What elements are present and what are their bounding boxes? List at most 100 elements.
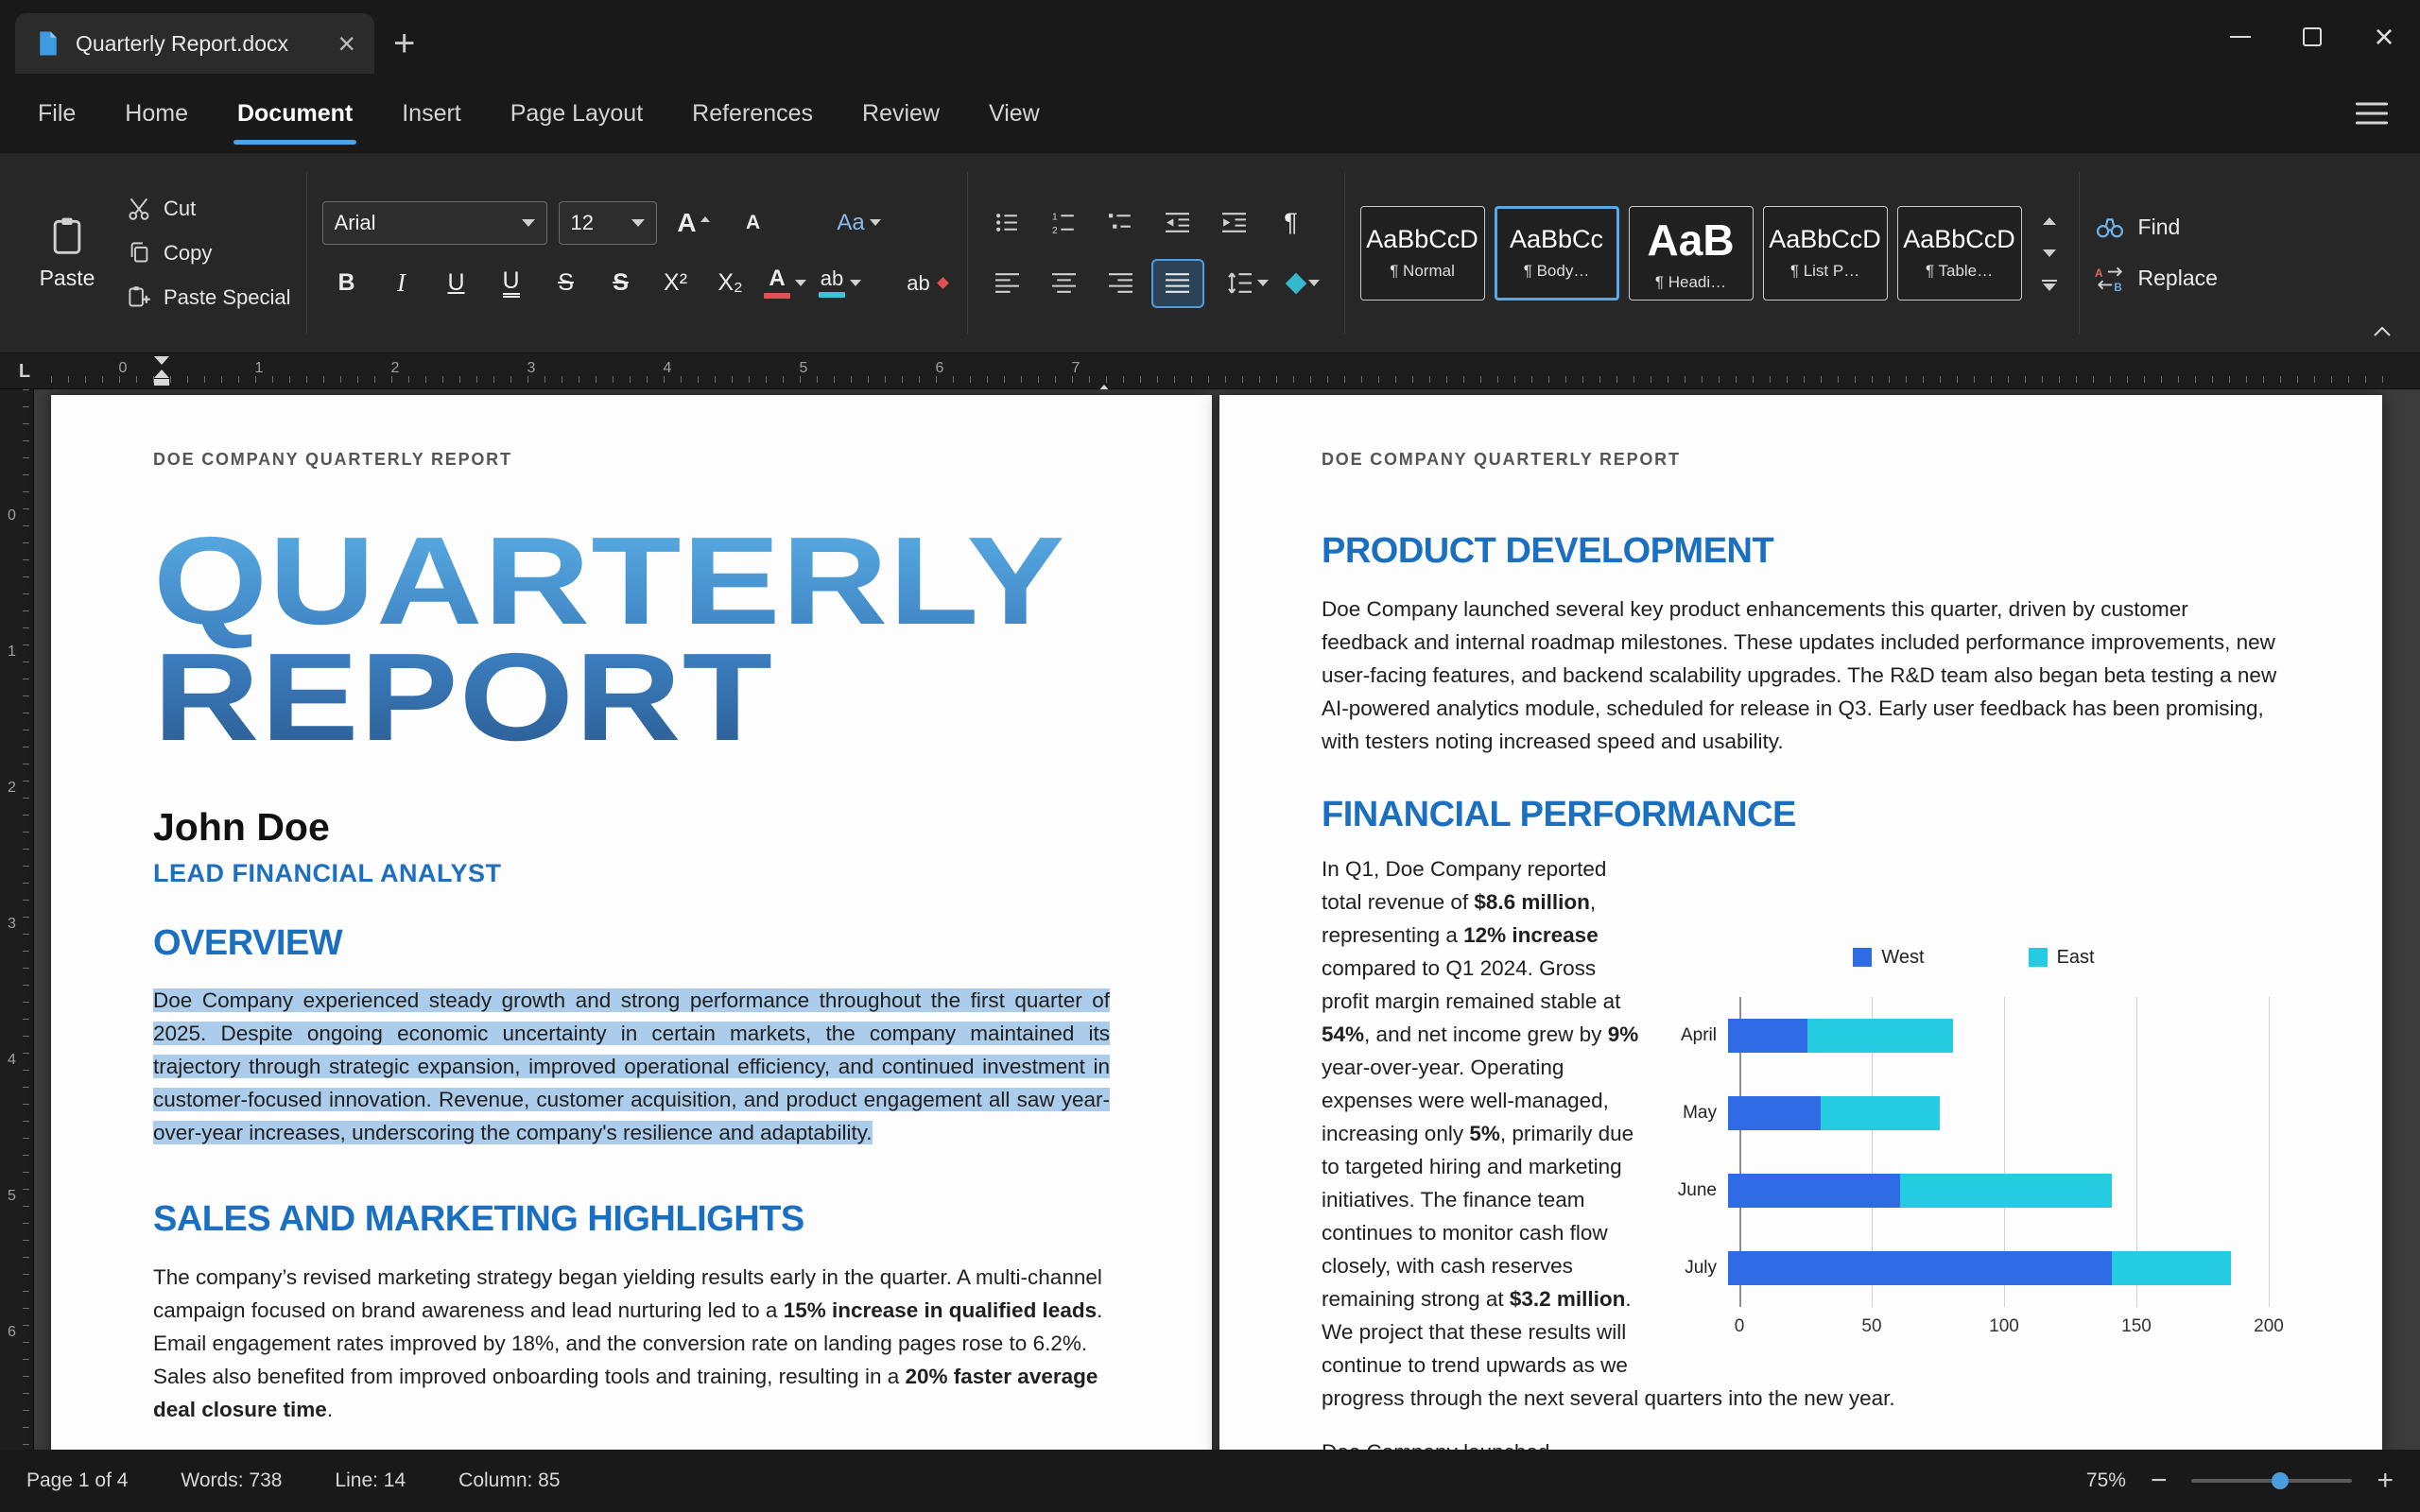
vertical-ruler[interactable]: 0123456 (0, 389, 34, 1450)
author-name[interactable]: John Doe (153, 805, 1110, 850)
hamburger-menu-icon[interactable] (2356, 103, 2388, 125)
zoom-slider-thumb[interactable] (2272, 1472, 2289, 1489)
page-1[interactable]: DOE COMPANY QUARTERLY REPORT QUARTERLY R… (51, 395, 1212, 1450)
align-left-button[interactable] (983, 261, 1032, 306)
new-tab-button[interactable]: + (393, 25, 415, 62)
bullet-list-icon (994, 210, 1020, 235)
overview-paragraph[interactable]: Doe Company experienced steady growth an… (153, 984, 1110, 1149)
author-role[interactable]: LEAD FINANCIAL ANALYST (153, 859, 1110, 888)
page-2[interactable]: DOE COMPANY QUARTERLY REPORT PRODUCT DEV… (1219, 395, 2382, 1450)
find-button[interactable]: Find (2095, 215, 2218, 241)
horizontal-ruler[interactable]: L 01234567 (0, 353, 2420, 389)
menu-view[interactable]: View (964, 74, 1064, 153)
superscript-button[interactable]: X² (651, 261, 700, 306)
collapse-ribbon-button[interactable] (2371, 323, 2394, 343)
tab-close-icon[interactable]: × (337, 28, 355, 59)
app-window: Quarterly Report.docx × + × FileHomeDocu… (0, 0, 2420, 1512)
grow-font-button[interactable]: A (668, 200, 717, 246)
bullet-list-button[interactable] (983, 200, 1032, 246)
statusbar: Page 1 of 4 Words: 738 Line: 14 Column: … (0, 1450, 2420, 1512)
svg-text:1: 1 (1052, 212, 1058, 222)
x-tick-label: 150 (2121, 1316, 2152, 1337)
sales-heading[interactable]: SALES AND MARKETING HIGHLIGHTS (153, 1200, 1110, 1240)
document-canvas[interactable]: 0123456 DOE COMPANY QUARTERLY REPORT QUA… (0, 389, 2420, 1450)
style-card-normal[interactable]: AaBbCcD¶ Normal (1360, 206, 1485, 301)
svg-text:A: A (2095, 266, 2103, 279)
bar-east-may (1821, 1096, 1940, 1130)
style-card-headi[interactable]: AaB¶ Headi… (1629, 206, 1754, 301)
zoom-level[interactable]: 75% (2086, 1469, 2126, 1492)
menu-page-layout[interactable]: Page Layout (486, 74, 667, 153)
font-size-select[interactable]: 12 (559, 201, 657, 245)
product-paragraph[interactable]: Doe Company launched several key product… (1322, 593, 2280, 758)
show-formatting-button[interactable]: ¶ (1267, 200, 1316, 246)
highlight-button[interactable]: ab (816, 261, 865, 306)
paste-button[interactable]: Paste (21, 203, 113, 302)
document-title[interactable]: QUARTERLY REPORT (153, 524, 1065, 756)
chart-category-label: July (1668, 1258, 1728, 1279)
strikethrough-button[interactable]: S (542, 261, 591, 306)
menu-document[interactable]: Document (213, 74, 377, 153)
chart-plot: AprilMayJuneJuly (1668, 997, 2280, 1307)
style-card-listp[interactable]: AaBbCcD¶ List P… (1763, 206, 1888, 301)
maximize-button[interactable] (2276, 0, 2348, 74)
menu-insert[interactable]: Insert (377, 74, 486, 153)
indent-marker-right[interactable] (1097, 369, 1112, 386)
product-heading[interactable]: PRODUCT DEVELOPMENT (1322, 532, 2280, 572)
menu-references[interactable]: References (667, 74, 838, 153)
double-underline-button[interactable]: U (487, 261, 536, 306)
shrink-font-button[interactable]: A (729, 200, 778, 246)
menu-review[interactable]: Review (838, 74, 964, 153)
zoom-out-button[interactable]: − (2151, 1467, 2168, 1495)
paste-special-icon (127, 284, 152, 310)
gallery-scroll-up-button[interactable] (2035, 210, 2064, 232)
overview-heading[interactable]: OVERVIEW (153, 924, 1110, 964)
paste-special-button[interactable]: Paste Special (127, 284, 291, 310)
font-color-button[interactable]: A (761, 261, 810, 306)
menu-home[interactable]: Home (100, 74, 213, 153)
align-center-button[interactable] (1040, 261, 1089, 306)
minimize-button[interactable] (2204, 0, 2276, 74)
tab-stop-selector[interactable]: L (11, 358, 38, 385)
line-spacing-button[interactable] (1223, 261, 1272, 306)
binoculars-icon (2095, 215, 2125, 241)
style-card-table[interactable]: AaBbCcD¶ Table… (1897, 206, 2022, 301)
increase-indent-button[interactable] (1210, 200, 1259, 246)
italic-button[interactable]: I (377, 261, 426, 306)
sales-paragraph[interactable]: The company’s revised marketing strategy… (153, 1261, 1110, 1426)
chevron-down-icon (522, 219, 535, 227)
zoom-in-button[interactable]: + (2377, 1467, 2394, 1495)
copy-button[interactable]: Copy (127, 240, 291, 266)
double-strikethrough-button[interactable]: S (596, 261, 646, 306)
word-count[interactable]: Words: 738 (181, 1469, 282, 1492)
bar-west-april (1728, 1019, 1807, 1053)
menu-file[interactable]: File (13, 74, 100, 153)
zoom-slider[interactable] (2191, 1479, 2352, 1483)
align-right-button[interactable] (1097, 261, 1146, 306)
financial-heading[interactable]: FINANCIAL PERFORMANCE (1322, 796, 2280, 835)
close-button[interactable]: × (2348, 0, 2420, 74)
document-tab[interactable]: Quarterly Report.docx × (15, 13, 374, 74)
chart-row-april: April (1668, 997, 2280, 1074)
cut-button[interactable]: Cut (127, 196, 291, 221)
text-effects-button[interactable]: ab (903, 261, 952, 306)
indent-marker-left[interactable] (154, 356, 169, 386)
shading-button[interactable] (1280, 261, 1329, 306)
numbered-list-button[interactable]: 12 (1040, 200, 1089, 246)
decrease-indent-button[interactable] (1153, 200, 1202, 246)
revenue-chart[interactable]: WestEast AprilMayJuneJuly 050100150200 (1668, 947, 2280, 1343)
style-card-body[interactable]: AaBbCc¶ Body… (1495, 206, 1619, 301)
justify-button[interactable] (1153, 261, 1202, 306)
font-family-select[interactable]: Arial (322, 201, 547, 245)
page-indicator[interactable]: Page 1 of 4 (26, 1469, 128, 1492)
change-case-button[interactable]: Aa (835, 200, 884, 246)
gallery-scroll-down-button[interactable] (2035, 242, 2064, 265)
underline-button[interactable]: U (432, 261, 481, 306)
subscript-button[interactable]: X₂ (706, 261, 755, 306)
gallery-more-button[interactable] (2035, 274, 2064, 297)
trailing-paragraph[interactable]: Doe Company launched (1322, 1435, 2280, 1450)
clipboard-group: Paste Cut Copy Paste Special (6, 161, 306, 345)
bold-button[interactable]: B (322, 261, 372, 306)
multilevel-list-button[interactable] (1097, 200, 1146, 246)
replace-button[interactable]: AB Replace (2095, 266, 2218, 292)
